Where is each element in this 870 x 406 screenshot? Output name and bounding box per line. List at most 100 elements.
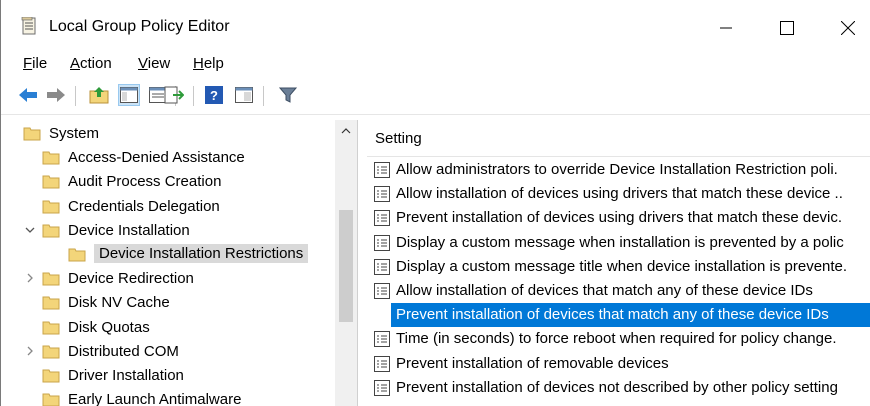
help-icon: ? bbox=[205, 86, 223, 104]
up-one-level-button[interactable] bbox=[88, 84, 110, 106]
chevron-right-icon[interactable] bbox=[23, 271, 37, 285]
menu-bar: File Action View Help bbox=[1, 50, 870, 76]
toolbar: ? bbox=[1, 80, 870, 115]
folder-icon bbox=[42, 224, 60, 238]
window: Local Group Policy Editor File Action Vi… bbox=[0, 0, 870, 406]
chevron-down-icon[interactable] bbox=[23, 223, 37, 237]
minimize-icon bbox=[720, 27, 732, 29]
folder-icon bbox=[42, 200, 60, 214]
menu-help[interactable]: Help bbox=[193, 55, 224, 72]
tree-item[interactable]: Disk NV Cache bbox=[11, 291, 341, 315]
tree-item[interactable]: Distributed COM bbox=[11, 340, 341, 364]
setting-row[interactable]: Display a custom message title when devi… bbox=[371, 255, 870, 279]
policy-editor-app-icon bbox=[21, 17, 36, 35]
tree-item[interactable]: Device Installation bbox=[11, 219, 341, 243]
minimize-button[interactable] bbox=[703, 12, 749, 44]
forward-button[interactable] bbox=[45, 84, 67, 106]
folder-icon bbox=[42, 393, 60, 406]
filter-button[interactable] bbox=[277, 84, 299, 106]
chevron-right-icon[interactable] bbox=[23, 344, 37, 358]
tree-item[interactable]: Disk Quotas bbox=[11, 316, 341, 340]
tree-item-label: Device Installation bbox=[68, 221, 190, 239]
menu-view[interactable]: View bbox=[138, 55, 170, 72]
folder-icon bbox=[42, 345, 60, 359]
tree-item-label: Device Redirection bbox=[68, 270, 194, 288]
policy-setting-icon bbox=[374, 162, 390, 178]
tree-vertical-scrollbar[interactable] bbox=[335, 120, 357, 406]
tree-item[interactable]: Credentials Delegation bbox=[11, 195, 341, 219]
tree-item[interactable]: Device Installation Restrictions bbox=[11, 243, 341, 267]
policy-setting-icon bbox=[374, 258, 390, 275]
setting-row[interactable]: Display a custom message when installati… bbox=[371, 231, 870, 255]
maximize-button[interactable] bbox=[764, 12, 810, 44]
setting-row[interactable]: Time (in seconds) to force reboot when r… bbox=[371, 327, 870, 351]
tree-item-label: Early Launch Antimalware bbox=[68, 391, 242, 406]
folder-icon bbox=[42, 369, 60, 383]
tree-item-label: Distributed COM bbox=[68, 342, 179, 360]
setting-name: Display a custom message when installati… bbox=[396, 233, 844, 251]
close-button[interactable] bbox=[825, 12, 870, 44]
tree-item-label: Access-Denied Assistance bbox=[68, 149, 245, 167]
policy-setting-icon bbox=[374, 331, 390, 348]
policy-setting-icon bbox=[374, 379, 390, 396]
setting-name: Prevent installation of removable device… bbox=[396, 354, 669, 372]
tree-item-label: Driver Installation bbox=[68, 367, 184, 384]
tree-item[interactable]: Early Launch Antimalware bbox=[11, 388, 341, 406]
folder-icon bbox=[42, 272, 60, 286]
folder-icon bbox=[42, 321, 60, 335]
back-icon bbox=[19, 88, 37, 102]
setting-name: Time (in seconds) to force reboot when r… bbox=[396, 330, 837, 348]
properties-button[interactable] bbox=[233, 84, 255, 106]
back-button[interactable] bbox=[17, 84, 39, 106]
folder-icon bbox=[23, 127, 41, 141]
folder-icon bbox=[42, 151, 60, 165]
scroll-up-button[interactable] bbox=[335, 120, 357, 142]
toolbar-separator bbox=[193, 86, 194, 106]
maximize-icon bbox=[780, 21, 794, 35]
setting-row[interactable]: Prevent installation of devices that mat… bbox=[391, 303, 870, 328]
setting-row[interactable]: Prevent installation of devices not desc… bbox=[371, 376, 870, 400]
setting-row[interactable]: Allow administrators to override Device … bbox=[371, 158, 870, 182]
setting-name: Display a custom message title when devi… bbox=[396, 257, 848, 275]
show-hide-console-tree-button[interactable] bbox=[118, 84, 140, 106]
setting-row[interactable]: Prevent installation of devices using dr… bbox=[371, 206, 870, 230]
svg-text:?: ? bbox=[210, 88, 218, 103]
export-list-button[interactable] bbox=[163, 84, 185, 106]
help-button[interactable]: ? bbox=[203, 84, 225, 106]
folder-icon bbox=[68, 248, 86, 262]
policy-setting-icon bbox=[374, 355, 390, 372]
setting-name: Allow installation of devices that match… bbox=[396, 282, 813, 299]
console-tree[interactable]: System Access-Denied Assistance Audit Proc… bbox=[11, 120, 358, 406]
header-divider bbox=[367, 156, 870, 157]
menu-action[interactable]: Action bbox=[70, 55, 112, 72]
title-bar[interactable]: Local Group Policy Editor bbox=[1, 0, 870, 50]
toolbar-separator bbox=[263, 86, 264, 106]
window-title: Local Group Policy Editor bbox=[49, 18, 230, 35]
tree-item[interactable]: System bbox=[11, 122, 341, 146]
setting-name: Prevent installation of devices using dr… bbox=[396, 209, 843, 227]
setting-column-header[interactable]: Setting bbox=[375, 130, 422, 147]
policy-setting-icon bbox=[374, 234, 390, 251]
settings-list: Setting Allow administrators to override… bbox=[367, 120, 870, 406]
tree-item[interactable]: Access-Denied Assistance bbox=[11, 146, 341, 170]
scroll-thumb[interactable] bbox=[339, 210, 353, 322]
setting-name: Prevent installation of devices that mat… bbox=[396, 306, 829, 324]
policy-setting-icon bbox=[374, 283, 390, 299]
tree-item[interactable]: Audit Process Creation bbox=[11, 170, 341, 194]
show-hide-tree-icon bbox=[120, 87, 138, 103]
chevron-up-icon bbox=[341, 128, 351, 134]
setting-row[interactable]: Prevent installation of removable device… bbox=[371, 352, 870, 376]
folder-icon bbox=[42, 175, 60, 189]
tree-item-label: Credentials Delegation bbox=[68, 197, 220, 215]
close-icon bbox=[841, 21, 855, 35]
policy-setting-icon bbox=[374, 210, 390, 227]
filter-icon bbox=[279, 87, 297, 103]
tree-item[interactable]: Driver Installation bbox=[11, 364, 341, 388]
tree-item-label: System bbox=[49, 125, 100, 142]
tree-item[interactable]: Device Redirection bbox=[11, 267, 341, 291]
export-list-icon bbox=[164, 86, 184, 104]
setting-name: Allow installation of devices using driv… bbox=[396, 185, 843, 203]
menu-file[interactable]: File bbox=[23, 55, 47, 72]
setting-row[interactable]: Allow installation of devices using driv… bbox=[371, 182, 870, 206]
setting-row[interactable]: Allow installation of devices that match… bbox=[371, 279, 870, 303]
